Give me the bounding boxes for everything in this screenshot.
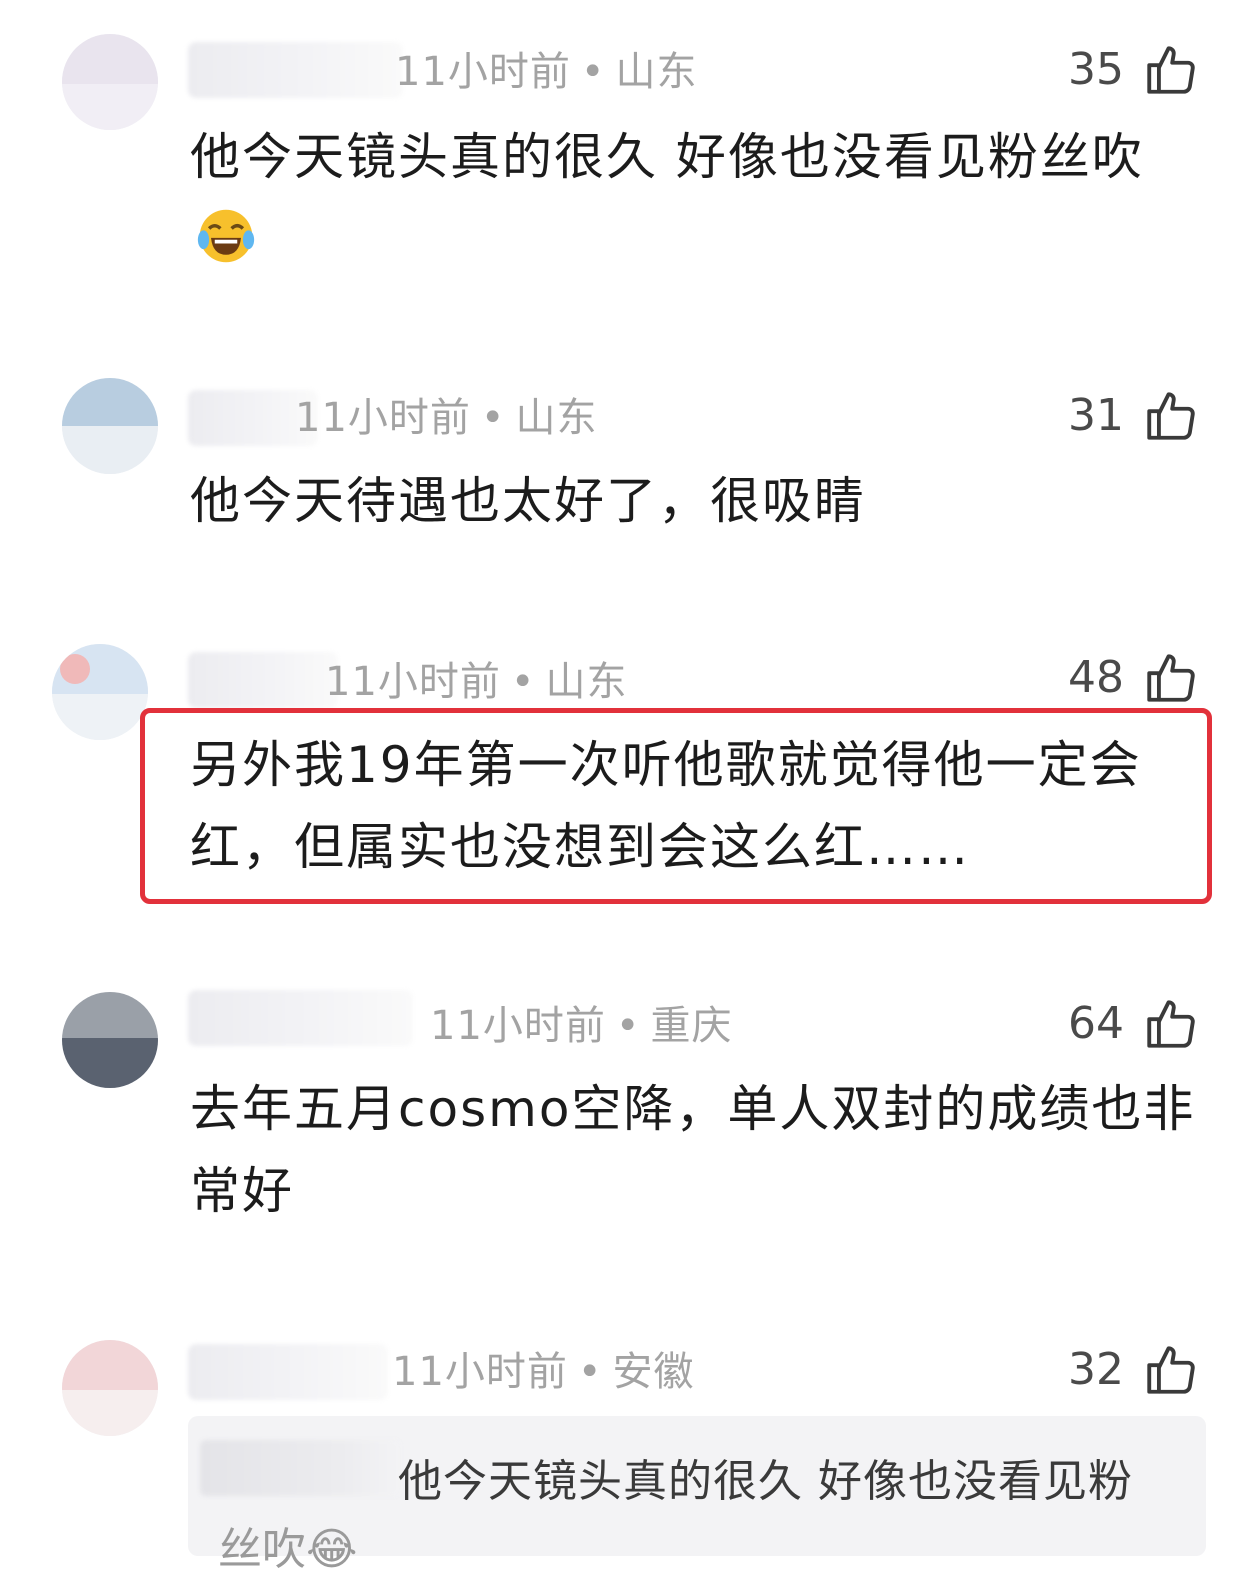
avatar[interactable] xyxy=(62,34,158,130)
comment-text: 去年五月cosmo空降，单人双封的成绩也非常好 xyxy=(190,1080,1196,1220)
like-button[interactable]: 35 xyxy=(1068,38,1200,102)
laughing-tears-emoji-icon xyxy=(197,209,255,263)
comment-time: 11小时前 xyxy=(325,659,501,705)
comment-text-content: 他今天镜头真的很久 好像也没看见粉丝吹 xyxy=(190,128,1144,186)
like-button[interactable]: 31 xyxy=(1068,384,1200,448)
like-button[interactable]: 32 xyxy=(1068,1338,1200,1402)
comment-location: 安徽 xyxy=(612,1349,695,1395)
username-blurred[interactable] xyxy=(188,42,403,98)
comment-meta: 11小时前 • 山东 xyxy=(295,395,598,441)
comment-text: 他今天镜头真的很久 好像也没看见粉丝吹 xyxy=(190,116,1170,280)
comment-time: 11小时前 xyxy=(430,1003,606,1049)
comment-location: 山东 xyxy=(615,49,698,95)
like-count: 31 xyxy=(1068,390,1124,441)
thumbs-up-icon xyxy=(1147,1000,1195,1048)
comment-meta: 11小时前 • 安徽 xyxy=(392,1349,695,1395)
thumbs-up-icon xyxy=(1147,654,1195,702)
reply-quote[interactable]: 他今天镜头真的很久 好像也没看见粉 丝吹😂 xyxy=(188,1416,1206,1575)
comment-meta: 11小时前 • 重庆 xyxy=(430,1003,733,1049)
comment-text: 他今天待遇也太好了，很吸睛 xyxy=(190,472,866,530)
comment-meta: 11小时前 • 山东 xyxy=(395,49,698,95)
comment-time: 11小时前 xyxy=(295,395,471,441)
like-count: 48 xyxy=(1068,652,1124,703)
comment-time: 11小时前 xyxy=(395,49,571,95)
comment-location: 重庆 xyxy=(650,1003,733,1049)
reply-quote-text: 他今天镜头真的很久 好像也没看见粉 xyxy=(398,1456,1133,1507)
like-button[interactable]: 64 xyxy=(1068,992,1200,1056)
comment-text: 另外我19年第一次听他歌就觉得他一定会红，但属实也没想到会这么红…… xyxy=(190,736,1142,876)
username-blurred[interactable] xyxy=(188,990,413,1046)
like-button[interactable]: 48 xyxy=(1068,646,1200,710)
like-count: 64 xyxy=(1068,998,1124,1049)
username-blurred[interactable] xyxy=(188,1344,388,1400)
avatar[interactable] xyxy=(62,1340,158,1436)
like-count: 32 xyxy=(1068,1344,1124,1395)
comment-meta: 11小时前 • 山东 xyxy=(325,659,628,705)
thumbs-up-icon xyxy=(1147,1346,1195,1394)
thumbs-up-icon xyxy=(1147,392,1195,440)
username-blurred[interactable] xyxy=(188,652,338,708)
avatar[interactable] xyxy=(62,992,158,1088)
comment-location: 山东 xyxy=(515,395,598,441)
reply-quote-text-continued: 丝吹😂 xyxy=(218,1524,358,1575)
comment-location: 山东 xyxy=(545,659,628,705)
thumbs-up-icon xyxy=(1147,46,1195,94)
comment-time: 11小时前 xyxy=(392,1349,568,1395)
reply-username-blurred xyxy=(200,1440,400,1496)
avatar[interactable] xyxy=(62,378,158,474)
avatar[interactable] xyxy=(52,644,148,740)
like-count: 35 xyxy=(1068,44,1124,95)
